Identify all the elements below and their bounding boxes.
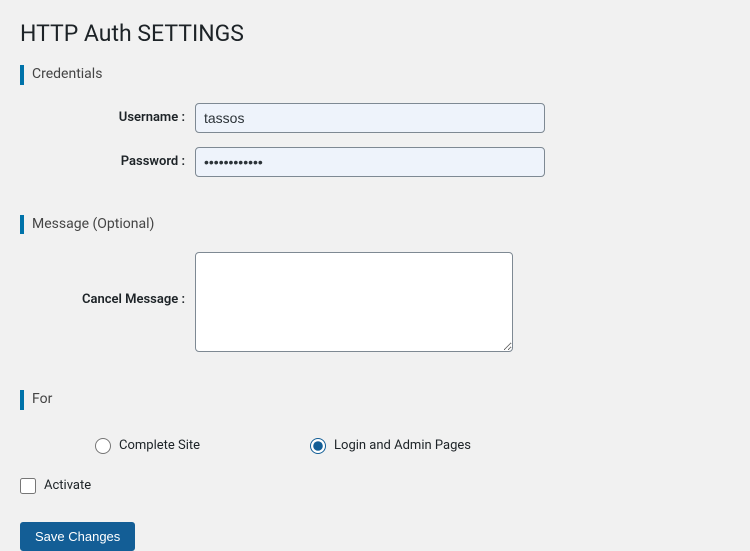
section-credentials-heading: Credentials bbox=[20, 65, 730, 85]
password-label: Password : bbox=[20, 154, 195, 169]
radio-login-admin[interactable]: Login and Admin Pages bbox=[310, 438, 471, 454]
cancel-message-textarea[interactable] bbox=[195, 252, 513, 352]
radio-login-admin-input[interactable] bbox=[310, 438, 326, 454]
activate-row[interactable]: Activate bbox=[20, 478, 730, 494]
save-button[interactable]: Save Changes bbox=[20, 522, 135, 551]
activate-checkbox[interactable] bbox=[20, 478, 36, 494]
username-input[interactable] bbox=[195, 103, 545, 133]
radio-complete-site-input[interactable] bbox=[95, 438, 111, 454]
radio-complete-site[interactable]: Complete Site bbox=[95, 438, 200, 454]
activate-label: Activate bbox=[44, 478, 91, 493]
radio-complete-site-label: Complete Site bbox=[119, 438, 200, 453]
page-title: HTTP Auth SETTINGS bbox=[20, 20, 730, 47]
cancel-message-row: Cancel Message : bbox=[20, 252, 730, 352]
for-radio-group: Complete Site Login and Admin Pages bbox=[95, 438, 730, 454]
cancel-message-label: Cancel Message : bbox=[20, 252, 195, 307]
password-input[interactable] bbox=[195, 147, 545, 177]
username-row: Username : bbox=[20, 103, 730, 133]
radio-login-admin-label: Login and Admin Pages bbox=[334, 438, 471, 453]
section-message-heading: Message (Optional) bbox=[20, 215, 730, 235]
username-label: Username : bbox=[20, 110, 195, 125]
password-row: Password : bbox=[20, 147, 730, 177]
section-for-heading: For bbox=[20, 390, 730, 410]
